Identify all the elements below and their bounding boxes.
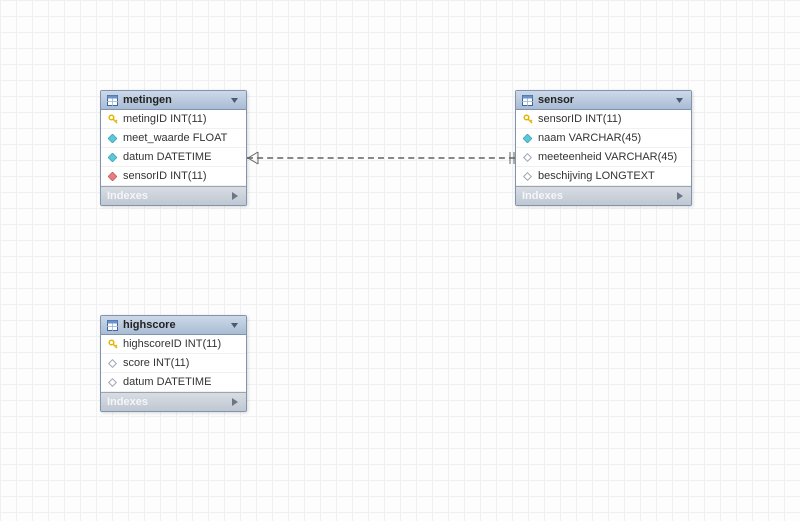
column-empty-icon (107, 358, 118, 369)
column-label: naam VARCHAR(45) (538, 132, 641, 144)
column-label: highscoreID INT(11) (123, 338, 221, 350)
table-header-highscore[interactable]: highscore (101, 316, 246, 335)
table-title: highscore (123, 319, 176, 331)
indexes-section[interactable]: Indexes (101, 186, 246, 205)
table-title: sensor (538, 94, 574, 106)
table-icon (522, 95, 533, 106)
column-label: sensorID INT(11) (123, 170, 207, 182)
collapse-icon[interactable] (674, 95, 685, 106)
expand-right-icon[interactable] (229, 191, 240, 202)
table-highscore[interactable]: highscore highscoreID INT(11) score INT(… (100, 315, 247, 412)
primary-key-icon (107, 339, 118, 350)
table-icon (107, 95, 118, 106)
crows-foot-left (247, 151, 257, 165)
column-empty-icon (522, 152, 533, 163)
column-row[interactable]: meeteenheid VARCHAR(45) (516, 148, 691, 167)
column-empty-icon (522, 171, 533, 182)
column-row[interactable]: datum DATETIME (101, 373, 246, 392)
foreign-key-icon (107, 171, 118, 182)
column-label: sensorID INT(11) (538, 113, 622, 125)
table-header-metingen[interactable]: metingen (101, 91, 246, 110)
column-label: datum DATETIME (123, 376, 211, 388)
column-row[interactable]: metingID INT(11) (101, 110, 246, 129)
column-row[interactable]: sensorID INT(11) (516, 110, 691, 129)
column-label: metingID INT(11) (123, 113, 207, 125)
indexes-label: Indexes (522, 190, 563, 202)
column-filled-icon (107, 133, 118, 144)
table-title: metingen (123, 94, 172, 106)
indexes-section[interactable]: Indexes (516, 186, 691, 205)
table-header-sensor[interactable]: sensor (516, 91, 691, 110)
indexes-section[interactable]: Indexes (101, 392, 246, 411)
column-row[interactable]: naam VARCHAR(45) (516, 129, 691, 148)
collapse-icon[interactable] (229, 320, 240, 331)
column-label: beschijving LONGTEXT (538, 170, 655, 182)
column-row[interactable]: score INT(11) (101, 354, 246, 373)
expand-right-icon[interactable] (674, 191, 685, 202)
collapse-icon[interactable] (229, 95, 240, 106)
indexes-label: Indexes (107, 396, 148, 408)
column-row[interactable]: beschijving LONGTEXT (516, 167, 691, 186)
column-label: datum DATETIME (123, 151, 211, 163)
column-label: score INT(11) (123, 357, 189, 369)
indexes-label: Indexes (107, 190, 148, 202)
table-icon (107, 320, 118, 331)
column-row[interactable]: datum DATETIME (101, 148, 246, 167)
primary-key-icon (107, 114, 118, 125)
column-row[interactable]: sensorID INT(11) (101, 167, 246, 186)
table-metingen[interactable]: metingen metingID INT(11) meet_waarde FL… (100, 90, 247, 206)
table-sensor[interactable]: sensor sensorID INT(11) naam VARCHAR(45)… (515, 90, 692, 206)
column-label: meeteenheid VARCHAR(45) (538, 151, 677, 163)
column-filled-icon (107, 152, 118, 163)
expand-right-icon[interactable] (229, 397, 240, 408)
column-row[interactable]: meet_waarde FLOAT (101, 129, 246, 148)
column-row[interactable]: highscoreID INT(11) (101, 335, 246, 354)
column-filled-icon (522, 133, 533, 144)
relationship-line-metingen-sensor[interactable] (247, 157, 515, 159)
column-label: meet_waarde FLOAT (123, 132, 227, 144)
column-empty-icon (107, 377, 118, 388)
primary-key-icon (522, 114, 533, 125)
